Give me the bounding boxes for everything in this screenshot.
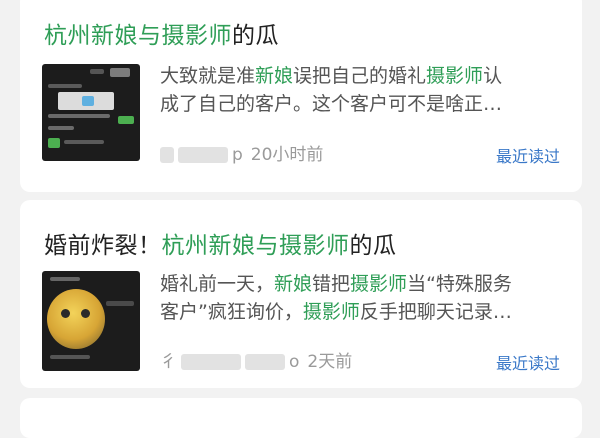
chat-bubble bbox=[48, 126, 74, 130]
recently-read-link[interactable]: 最近读过 bbox=[496, 350, 560, 374]
source-name-partial: 彳 bbox=[160, 352, 177, 372]
title-suffix: 的瓜 bbox=[349, 233, 397, 259]
chat-bubble bbox=[50, 277, 80, 281]
chat-bubble bbox=[50, 355, 90, 359]
excerpt-text: 婚礼前一天， bbox=[160, 273, 275, 295]
excerpt-text: 误把自己的婚礼 bbox=[293, 65, 427, 87]
publish-time: 2天前 bbox=[307, 352, 353, 372]
excerpt-keyword: 新娘 bbox=[255, 65, 294, 87]
article-meta: 彳 o 2天前 bbox=[160, 347, 353, 372]
emoji-icon bbox=[47, 289, 105, 349]
excerpt-text: 认 bbox=[483, 65, 503, 87]
emoji-chat-thumbnail[interactable] bbox=[42, 271, 140, 371]
article-card[interactable]: 婚前炸裂！杭州新娘与摄影师的瓜 婚礼前一天，新娘错把摄影师当“特殊服务 客户”疯… bbox=[20, 200, 582, 388]
source-name-blurred bbox=[181, 354, 241, 370]
article-excerpt: 大致就是准新娘误把自己的婚礼摄影师认 成了自己的客户。这个客户可不是啥正… bbox=[160, 62, 570, 118]
article-card[interactable]: 杭州新娘与摄影师的瓜 大致就是准新娘误把自己的婚礼摄影师认 成了自己的客户。这个… bbox=[20, 0, 582, 192]
article-title[interactable]: 杭州新娘与摄影师的瓜 bbox=[44, 16, 279, 50]
source-name-blurred bbox=[245, 354, 285, 370]
chat-bubble bbox=[106, 301, 134, 306]
article-excerpt: 婚礼前一天，新娘错把摄影师当“特殊服务 客户”疯狂询价，摄影师反手把聊天记录… bbox=[160, 270, 570, 326]
excerpt-line: 成了自己的客户。这个客户可不是啥正… bbox=[160, 93, 503, 115]
article-meta: p 20小时前 bbox=[160, 140, 324, 165]
title-keyword: 杭州新娘与摄影师 bbox=[44, 23, 232, 49]
source-name-partial: o bbox=[289, 352, 300, 372]
map-icon bbox=[82, 96, 94, 106]
source-name-blurred bbox=[178, 147, 228, 163]
excerpt-line: 大致就是准新娘误把自己的婚礼摄影师认 bbox=[160, 62, 570, 90]
excerpt-line: 客户”疯狂询价，摄影师反手把聊天记录… bbox=[160, 298, 570, 326]
excerpt-line: 婚礼前一天，新娘错把摄影师当“特殊服务 bbox=[160, 270, 570, 298]
title-prefix: 婚前炸裂！ bbox=[44, 233, 162, 259]
excerpt-keyword: 新娘 bbox=[274, 273, 313, 295]
excerpt-text: 大致就是准 bbox=[160, 65, 256, 87]
chat-bubble bbox=[64, 140, 104, 144]
excerpt-text: 客户”疯狂询价， bbox=[160, 301, 303, 323]
excerpt-text: 反手把聊天记录… bbox=[359, 301, 512, 323]
chat-bubble bbox=[90, 69, 104, 74]
chat-bubble bbox=[48, 84, 82, 88]
title-keyword: 杭州新娘与摄影师 bbox=[161, 233, 350, 259]
source-name-partial: p bbox=[232, 145, 243, 165]
chat-bubble bbox=[118, 116, 134, 124]
chat-bubble bbox=[48, 138, 60, 148]
chat-bubble bbox=[48, 114, 110, 118]
avatar bbox=[110, 68, 130, 77]
title-suffix: 的瓜 bbox=[232, 23, 279, 49]
excerpt-text: 当“特殊服务 bbox=[407, 273, 512, 295]
excerpt-keyword: 摄影师 bbox=[350, 273, 408, 295]
recently-read-link[interactable]: 最近读过 bbox=[496, 143, 560, 167]
source-avatar bbox=[160, 147, 174, 163]
excerpt-text: 错把 bbox=[312, 273, 351, 295]
article-title[interactable]: 婚前炸裂！杭州新娘与摄影师的瓜 bbox=[44, 226, 397, 260]
chat-screenshot-thumbnail[interactable] bbox=[42, 64, 140, 161]
excerpt-keyword: 摄影师 bbox=[302, 301, 360, 323]
article-card[interactable] bbox=[20, 398, 582, 438]
publish-time: 20小时前 bbox=[250, 145, 324, 165]
excerpt-keyword: 摄影师 bbox=[426, 65, 484, 87]
